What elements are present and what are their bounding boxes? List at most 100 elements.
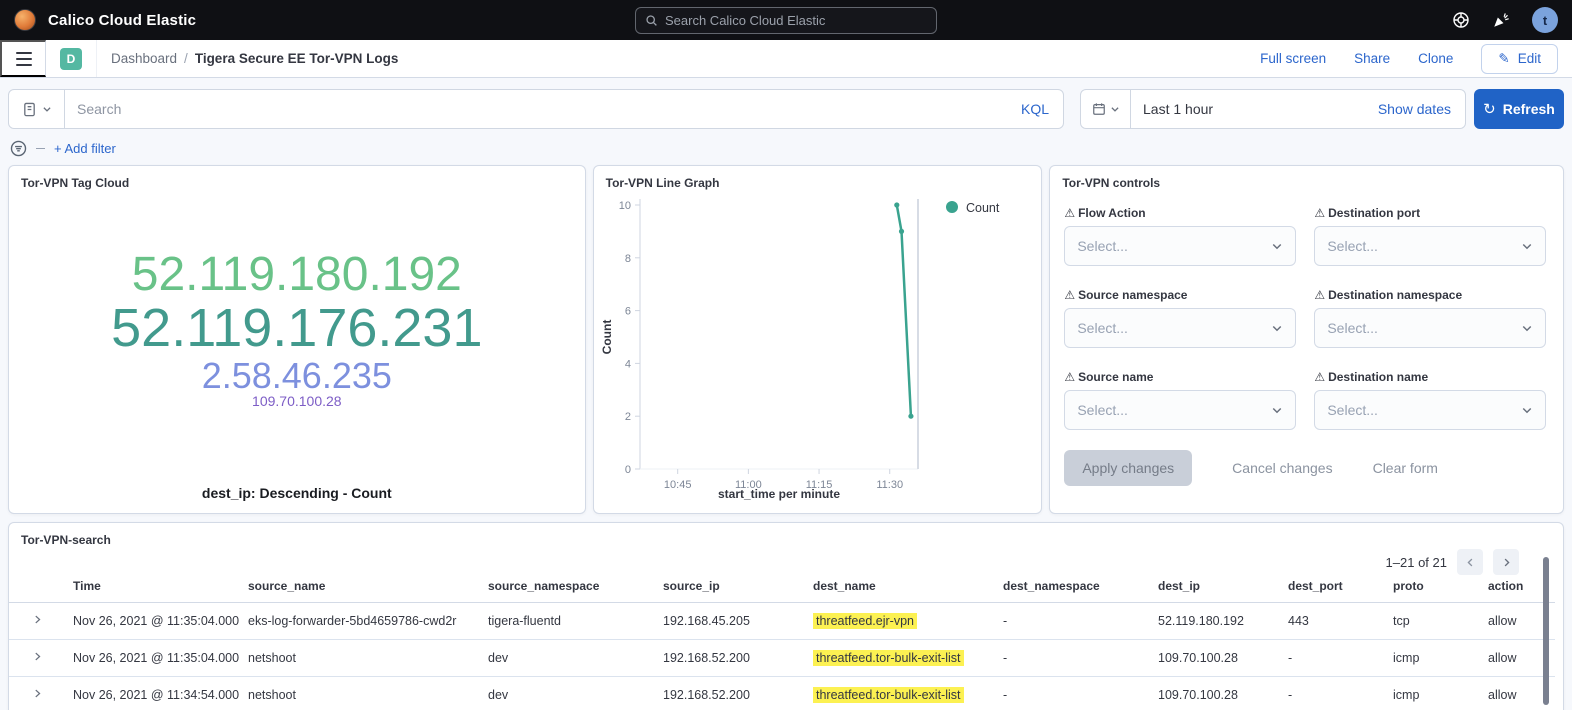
table-cell: Nov 26, 2021 @ 11:34:54.000 <box>65 677 240 710</box>
table-cell: - <box>1280 677 1385 710</box>
tag-cloud-term[interactable]: 2.58.46.235 <box>202 357 392 394</box>
breadcrumb: Dashboard / Tigera Secure EE Tor-VPN Log… <box>111 51 398 66</box>
time-range-picker[interactable]: Last 1 hour Show dates <box>1080 89 1466 129</box>
chevron-down-icon <box>1110 104 1120 114</box>
table-body: Nov 26, 2021 @ 11:35:04.000eks-log-forwa… <box>9 603 1555 710</box>
hamburger-icon <box>16 52 32 66</box>
clone-link[interactable]: Clone <box>1418 51 1453 66</box>
column-header[interactable]: dest_namespace <box>995 573 1150 603</box>
user-avatar[interactable]: t <box>1532 7 1558 33</box>
panel-title: Tor-VPN-search <box>9 523 1563 547</box>
warning-icon: ⚠ <box>1064 206 1075 220</box>
dashboard-space-badge[interactable]: D <box>60 48 82 70</box>
help-icon[interactable] <box>1452 11 1470 29</box>
pencil-icon: ✎ <box>1498 51 1509 67</box>
global-search-box[interactable] <box>635 7 937 34</box>
tag-cloud-term[interactable]: 109.70.100.28 <box>252 394 342 409</box>
control-field-label: ⚠Flow Action <box>1064 206 1296 220</box>
app-brand-title: Calico Cloud Elastic <box>48 12 196 29</box>
calendar-menu-button[interactable] <box>1081 90 1131 128</box>
saved-query-icon <box>22 102 37 117</box>
vertical-scrollbar-thumb[interactable] <box>1543 557 1549 705</box>
show-dates-link[interactable]: Show dates <box>1378 101 1465 117</box>
clear-form-button[interactable]: Clear form <box>1373 460 1438 476</box>
expand-row-button[interactable] <box>9 677 65 710</box>
column-header[interactable]: source_name <box>240 573 480 603</box>
refresh-button[interactable]: ↻ Refresh <box>1474 89 1564 129</box>
chevron-down-icon <box>1521 322 1533 334</box>
svg-text:Count: Count <box>966 201 1000 215</box>
breadcrumb-root[interactable]: Dashboard <box>111 51 177 66</box>
share-link[interactable]: Share <box>1354 51 1390 66</box>
table-cell: 52.119.180.192 <box>1150 603 1280 640</box>
table-cell: icmp <box>1385 677 1480 710</box>
control-select[interactable]: Select... <box>1064 390 1296 430</box>
top-app-bar: Calico Cloud Elastic t <box>0 0 1572 40</box>
table-cell: Nov 26, 2021 @ 11:35:04.000 <box>65 603 240 640</box>
table-cell: 109.70.100.28 <box>1150 677 1280 710</box>
control-field-label: ⚠Destination port <box>1314 206 1546 220</box>
control-select[interactable]: Select... <box>1314 226 1546 266</box>
table-cell: 192.168.45.205 <box>655 603 805 640</box>
full-screen-link[interactable]: Full screen <box>1260 51 1326 66</box>
next-page-button[interactable] <box>1493 549 1519 575</box>
kql-search-box[interactable]: KQL <box>8 89 1064 129</box>
expand-row-button[interactable] <box>9 640 65 677</box>
column-header[interactable]: dest_ip <box>1150 573 1280 603</box>
refresh-icon: ↻ <box>1483 100 1496 118</box>
chevron-down-icon <box>1271 240 1283 252</box>
control-field-label: ⚠Source name <box>1064 370 1296 384</box>
expand-chevron-icon <box>32 614 43 625</box>
column-header[interactable]: Time <box>65 573 240 603</box>
column-header[interactable]: dest_name <box>805 573 995 603</box>
highlighted-value: threatfeed.ejr-vpn <box>813 613 917 629</box>
filter-circle-icon[interactable] <box>10 140 27 157</box>
control-select[interactable]: Select... <box>1314 390 1546 430</box>
expand-row-button[interactable] <box>9 603 65 640</box>
global-search-input[interactable] <box>665 13 927 28</box>
table-cell: netshoot <box>240 640 480 677</box>
tag-cloud-term[interactable]: 52.119.176.231 <box>111 300 482 356</box>
column-header[interactable]: source_ip <box>655 573 805 603</box>
column-header[interactable]: source_namespace <box>480 573 655 603</box>
column-header[interactable]: proto <box>1385 573 1480 603</box>
prev-page-button[interactable] <box>1457 549 1483 575</box>
saved-query-menu-button[interactable] <box>9 90 65 128</box>
svg-text:6: 6 <box>625 306 631 318</box>
news-party-icon[interactable] <box>1492 11 1510 29</box>
chevron-down-icon <box>1521 240 1533 252</box>
column-header[interactable]: dest_port <box>1280 573 1385 603</box>
tag-cloud-panel: Tor-VPN Tag Cloud 52.119.180.19252.119.1… <box>8 165 586 514</box>
breadcrumb-bar: D Dashboard / Tigera Secure EE Tor-VPN L… <box>0 40 1572 78</box>
tag-cloud-term[interactable]: 52.119.180.192 <box>132 250 462 300</box>
control-select[interactable]: Select... <box>1314 308 1546 348</box>
control-select[interactable]: Select... <box>1064 308 1296 348</box>
search-icon <box>645 14 658 27</box>
expand-column-header <box>9 573 65 603</box>
warning-icon: ⚠ <box>1314 206 1325 220</box>
table-header-row: Timesource_namesource_namespacesource_ip… <box>9 573 1555 603</box>
control-field: ⚠Destination port Select... <box>1314 206 1546 266</box>
refresh-button-label: Refresh <box>1503 101 1555 117</box>
results-table: Timesource_namesource_namespacesource_ip… <box>9 573 1555 710</box>
control-field: ⚠Source name Select... <box>1064 370 1296 430</box>
edit-button[interactable]: ✎ Edit <box>1481 44 1558 74</box>
table-cell: - <box>995 603 1150 640</box>
control-select[interactable]: Select... <box>1064 226 1296 266</box>
menu-hamburger-button[interactable] <box>0 40 46 77</box>
query-bar: KQL Last 1 hour Show dates ↻ Refresh <box>8 89 1564 129</box>
control-field-label: ⚠Destination name <box>1314 370 1546 384</box>
add-filter-link[interactable]: + Add filter <box>54 141 116 156</box>
cancel-changes-button[interactable]: Cancel changes <box>1232 460 1332 476</box>
table-cell: - <box>995 640 1150 677</box>
svg-text:11:30: 11:30 <box>876 479 903 491</box>
control-field: ⚠Flow Action Select... <box>1064 206 1296 266</box>
time-range-value[interactable]: Last 1 hour <box>1131 101 1213 117</box>
svg-text:0: 0 <box>625 464 631 476</box>
line-chart-svg: 024681010:4511:0011:1511:30start_time pe… <box>600 192 1036 504</box>
query-search-input[interactable] <box>65 101 1007 117</box>
apply-changes-button[interactable]: Apply changes <box>1064 450 1192 486</box>
table-cell: dev <box>480 677 655 710</box>
kql-language-button[interactable]: KQL <box>1007 101 1063 117</box>
control-field: ⚠Source namespaceSelect... <box>1064 288 1296 348</box>
